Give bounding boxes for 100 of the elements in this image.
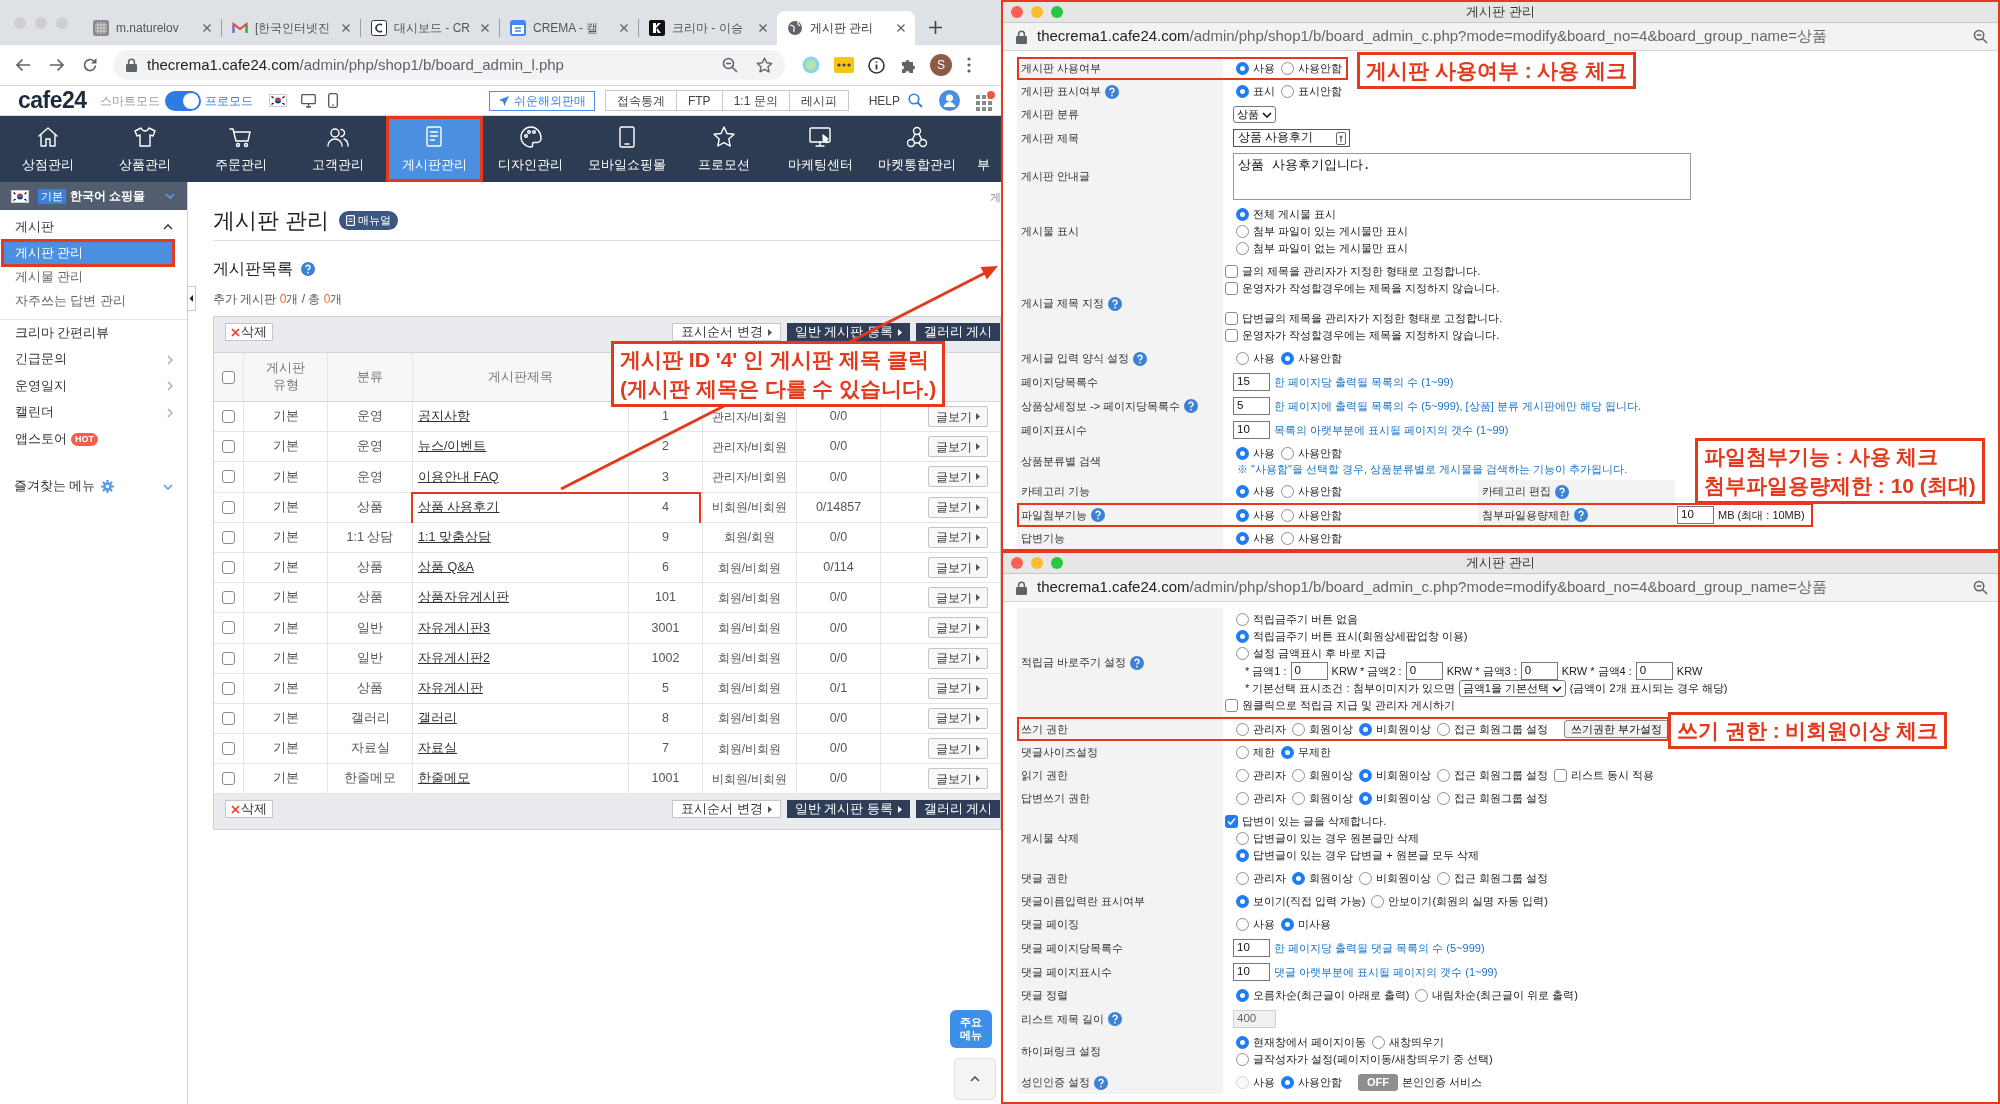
sidebar-link[interactable]: 크리마 간편리뷰	[15, 323, 110, 343]
star-icon[interactable]	[756, 56, 773, 74]
header-tool-button[interactable]: 1:1 문의	[721, 91, 789, 110]
input-field[interactable]: 15	[1233, 373, 1270, 391]
extension-icon[interactable]	[834, 57, 854, 73]
sidebar-link[interactable]: 앱스토어	[15, 429, 67, 449]
radio-label[interactable]: 회원이상	[1309, 720, 1353, 738]
radio-button[interactable]	[1236, 225, 1249, 238]
radio-label[interactable]: 무제한	[1298, 744, 1331, 761]
radio-label[interactable]: 접근 회원그룹 설정	[1454, 720, 1549, 738]
view-posts-button[interactable]: 글보기	[928, 677, 988, 699]
toolbar-button[interactable]: 갤러리 게시	[915, 323, 1000, 341]
menu-section-title[interactable]: 게시판	[15, 217, 54, 237]
radio-label[interactable]: 사용안함	[1298, 60, 1342, 77]
radio-button[interactable]	[1236, 647, 1249, 660]
checkbox[interactable]	[1554, 769, 1568, 782]
mobile-icon[interactable]	[327, 93, 338, 108]
radio-button[interactable]	[1236, 792, 1249, 805]
view-posts-button[interactable]: 글보기	[928, 496, 988, 518]
user-icon[interactable]	[939, 90, 960, 111]
checkbox[interactable]	[222, 370, 235, 384]
board-title-link[interactable]: 공지사항	[418, 407, 470, 426]
sidebar-item[interactable]: 게시물 관리	[3, 265, 173, 289]
view-posts-button[interactable]: 글보기	[928, 707, 988, 729]
radio-button[interactable]	[1236, 352, 1249, 365]
mode-toggle[interactable]	[164, 90, 201, 111]
nav-tab[interactable]: 고객관리	[289, 116, 386, 182]
chevron-up-icon[interactable]	[970, 1076, 980, 1082]
radio-button[interactable]	[1372, 1036, 1386, 1049]
help-link[interactable]: HELP	[868, 91, 900, 110]
input-field[interactable]: 0	[1405, 662, 1443, 680]
radio-label[interactable]: 접근 회원그룹 설정	[1454, 767, 1549, 784]
back-icon[interactable]	[15, 57, 31, 73]
checkbox-label[interactable]: 원클릭으로 적립금 지급 및 관리자 게시하기	[1242, 697, 1456, 714]
zoom-window-icon[interactable]	[1051, 6, 1063, 18]
radio-button[interactable]	[1415, 989, 1429, 1002]
radio-label[interactable]: 적립금주기 버튼 없음	[1253, 611, 1359, 628]
profile-avatar[interactable]: S	[930, 54, 952, 76]
radio-label[interactable]: 사용안함	[1298, 1074, 1342, 1091]
checkbox[interactable]	[222, 470, 235, 484]
chevron-up-icon[interactable]	[163, 224, 173, 230]
radio-label[interactable]: 답변글이 있는 경우 답변글 + 원본글 모두 삭제	[1253, 847, 1479, 864]
radio-label[interactable]: 첨부 파일이 없는 게시물만 표시	[1253, 240, 1409, 257]
browser-tab[interactable]: 대시보드 - CR	[361, 11, 499, 45]
close-icon[interactable]	[481, 24, 489, 32]
radio-label[interactable]: 회원이상	[1309, 767, 1353, 784]
radio-label[interactable]: 사용	[1253, 916, 1275, 933]
checkbox[interactable]	[222, 440, 235, 454]
view-posts-button[interactable]: 글보기	[928, 436, 988, 458]
board-title-link[interactable]: 한줄메모	[418, 769, 470, 789]
header-tool-button[interactable]: 접속통계	[605, 91, 676, 110]
radio-button[interactable]	[1281, 746, 1294, 759]
checkbox[interactable]	[222, 530, 235, 544]
help-icon[interactable]	[1555, 484, 1570, 499]
radio-button[interactable]	[1281, 532, 1294, 545]
radio-label[interactable]: 관리자	[1253, 790, 1286, 807]
checkbox[interactable]	[222, 651, 235, 665]
radio-button[interactable]	[1236, 849, 1249, 862]
url-text[interactable]: thecrema1.cafe24.com/admin/php/shop1/b/board_admin_l.php	[147, 53, 564, 77]
radio-label[interactable]: 사용	[1253, 506, 1275, 524]
radio-button[interactable]	[1281, 485, 1294, 498]
dropdown[interactable]: 상품	[1233, 106, 1276, 123]
browser-tab[interactable]: m.naturelov	[83, 11, 221, 45]
reload-icon[interactable]	[82, 57, 98, 73]
address-bar[interactable]: thecrema1.cafe24.com/admin/php/shop1/b/board_admin_l.php	[113, 50, 785, 80]
nav-tab[interactable]: 상점관리	[0, 116, 97, 182]
radio-label[interactable]: 사용안함	[1298, 445, 1342, 462]
view-posts-button[interactable]: 글보기	[928, 768, 988, 790]
monitor-icon[interactable]	[300, 93, 316, 108]
radio-label[interactable]: 제한	[1253, 744, 1275, 761]
board-title-link[interactable]: 갤러리	[418, 709, 457, 728]
radio-button[interactable]	[1437, 872, 1450, 885]
radio-label[interactable]: 관리자	[1253, 720, 1286, 738]
radio-label[interactable]: 글작성자가 설정(페이지이동/새창띄우기 중 선택)	[1253, 1051, 1493, 1068]
radio-button[interactable]	[1236, 85, 1249, 98]
radio-label[interactable]: 전체 게시물 표시	[1253, 206, 1337, 223]
gear-icon[interactable]	[101, 480, 115, 493]
zoom-window-icon[interactable]	[1051, 557, 1063, 569]
shop-selector[interactable]: 기본 한국어 쇼핑몰	[0, 182, 187, 210]
sidebar-link[interactable]: 운영일지	[15, 376, 67, 396]
help-icon[interactable]	[1133, 351, 1148, 366]
close-icon[interactable]	[897, 24, 905, 32]
chevron-right-icon[interactable]	[167, 407, 173, 418]
radio-button[interactable]	[1236, 447, 1249, 460]
board-title-link[interactable]: 이용안내 FAQ	[418, 467, 499, 487]
radio-label[interactable]: 오름차순(최근글이 아래로 출력)	[1253, 987, 1410, 1004]
close-icon[interactable]	[620, 24, 628, 32]
radio-button[interactable]	[1236, 989, 1249, 1002]
breadcrumb[interactable]: 게	[990, 190, 1001, 204]
radio-label[interactable]: 안보이기(회원의 실명 자동 입력)	[1388, 893, 1548, 910]
checkbox[interactable]	[222, 410, 235, 424]
checkbox-label[interactable]: 리스트 동시 적용	[1571, 767, 1655, 784]
checkbox-label[interactable]: 운영자가 작성할경우에는 제목을 지정하지 않습니다.	[1242, 327, 1500, 344]
radio-label[interactable]: 현재창에서 페이지이동	[1253, 1034, 1367, 1051]
checkbox[interactable]	[222, 561, 235, 575]
radio-label[interactable]: 답변글이 있는 경우 원본글만 삭제	[1253, 830, 1420, 847]
radio-button[interactable]	[1359, 872, 1372, 885]
board-title-link[interactable]: 상품 사용후기	[418, 497, 500, 517]
radio-button[interactable]	[1236, 832, 1249, 845]
help-icon[interactable]	[1094, 1075, 1109, 1090]
